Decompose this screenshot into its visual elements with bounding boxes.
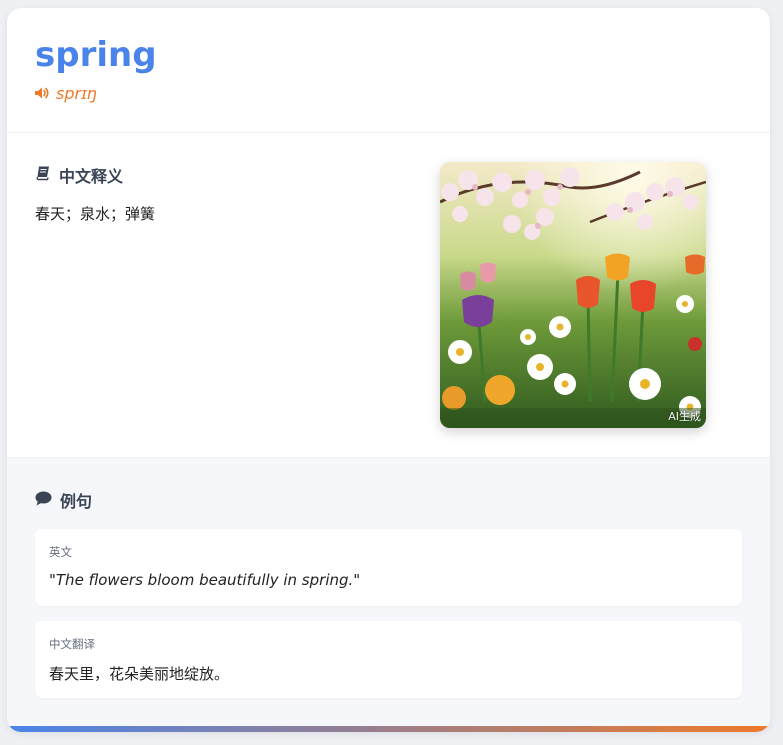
speaker-icon[interactable]: [34, 86, 50, 100]
spring-flowers-photo: AI生成: [440, 162, 706, 428]
phonetic-row[interactable]: sprɪŋ: [34, 82, 97, 104]
definition-heading-text: 中文释义: [59, 167, 124, 186]
speech-bubble-icon: [35, 491, 52, 510]
chinese-example-box: 中文翻译 春天里，花朵美丽地绽放。: [35, 621, 742, 698]
examples-heading-text: 例句: [60, 492, 93, 511]
card-header: spring sprɪŋ: [7, 8, 770, 133]
definition-section: 中文释义 春天；泉水；弹簧 AI生成: [7, 133, 770, 458]
examples-section: 例句 英文 "The flowers bloom beautifully in …: [7, 458, 770, 732]
word-card: spring sprɪŋ 中文释义 春天；泉水；弹簧 AI生成 例句 英文 "T…: [7, 8, 770, 732]
english-label: 英文: [49, 545, 72, 559]
examples-heading: 例句: [35, 488, 92, 512]
english-sentence: "The flowers bloom beautifully in spring…: [49, 571, 361, 589]
chinese-label: 中文翻译: [49, 637, 95, 651]
chinese-sentence: 春天里，花朵美丽地绽放。: [49, 665, 230, 683]
headword: spring: [35, 35, 157, 75]
ai-generated-badge: AI生成: [668, 410, 701, 423]
accent-bar: [7, 726, 770, 732]
definition-heading: 中文释义: [35, 163, 123, 187]
definition-text: 春天；泉水；弹簧: [35, 205, 156, 223]
english-example-box: 英文 "The flowers bloom beautifully in spr…: [35, 529, 742, 606]
phonetic-text: sprɪŋ: [56, 83, 98, 103]
book-icon: [35, 165, 51, 185]
